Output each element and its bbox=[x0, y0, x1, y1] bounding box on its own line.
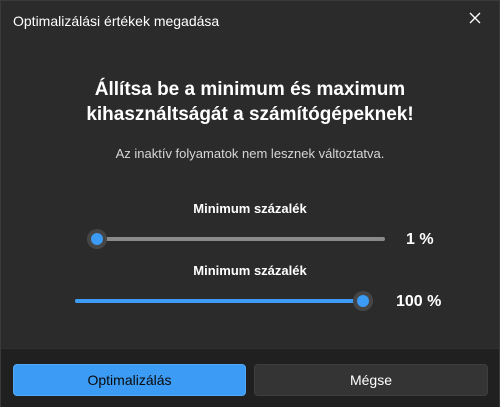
slider-thumb[interactable] bbox=[353, 291, 373, 311]
dialog-title: Optimalizálási értékek megadása bbox=[13, 13, 220, 29]
slider-fill bbox=[75, 299, 363, 303]
headline: Állítsa be a minimum és maximum kihaszná… bbox=[1, 77, 499, 127]
slider-track bbox=[87, 237, 385, 241]
dialog-footer: Optimalizálás Mégse bbox=[1, 348, 499, 407]
headline-line-1: Állítsa be a minimum és maximum bbox=[94, 79, 406, 100]
title-bar: Optimalizálási értékek megadása bbox=[1, 1, 499, 41]
optimize-button[interactable]: Optimalizálás bbox=[13, 364, 246, 396]
maximum-percent-slider[interactable] bbox=[75, 291, 373, 311]
minimum-percent-value: 1 % bbox=[406, 231, 434, 248]
cancel-button[interactable]: Mégse bbox=[254, 364, 488, 396]
slider-label-minimum: Minimum százalék bbox=[193, 201, 307, 216]
slider-label-maximum: Minimum százalék bbox=[193, 263, 307, 278]
minimum-percent-slider[interactable] bbox=[87, 229, 385, 249]
close-button[interactable] bbox=[459, 5, 491, 31]
maximum-percent-value: 100 % bbox=[396, 293, 442, 310]
info-text: Az inaktív folyamatok nem lesznek változ… bbox=[115, 146, 385, 161]
headline-line-2: kihasználtságát a számítógépeknek! bbox=[86, 104, 414, 125]
close-icon bbox=[469, 12, 481, 24]
slider-thumb[interactable] bbox=[87, 229, 107, 249]
optimization-dialog: Optimalizálási értékek megadása Állítsa … bbox=[0, 0, 500, 407]
